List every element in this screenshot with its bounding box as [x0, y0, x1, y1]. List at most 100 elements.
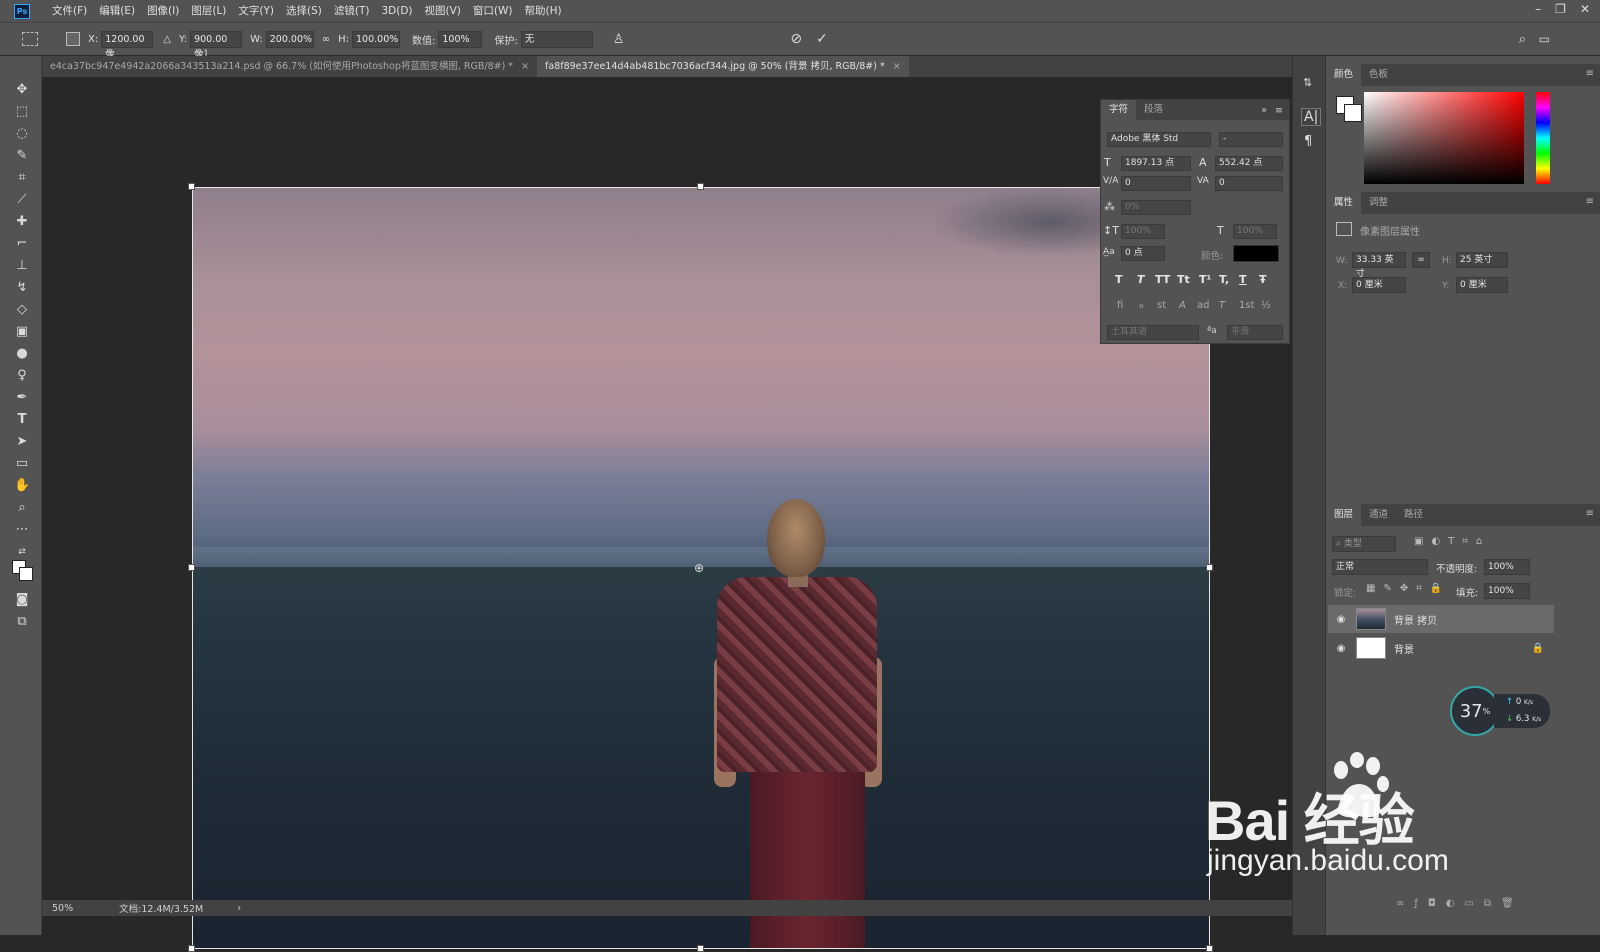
fill-input[interactable]: 100%	[1484, 583, 1530, 599]
search-icon[interactable]: ⌕	[1519, 32, 1526, 47]
minimize-icon[interactable]: –	[1535, 0, 1541, 18]
tab-properties[interactable]: 属性	[1326, 192, 1362, 214]
close-icon[interactable]: ✕	[1580, 0, 1590, 18]
collapse-icon[interactable]: »	[1261, 105, 1267, 116]
quick-mask-icon[interactable]: ◙	[14, 592, 30, 608]
ordinals-icon[interactable]: 1st	[1239, 300, 1255, 311]
kerning-input[interactable]: 0	[1121, 176, 1191, 191]
w-input[interactable]: 200.00%	[265, 30, 314, 48]
titling-alternates-icon[interactable]: T	[1219, 300, 1225, 311]
anti-alias-select[interactable]: 平滑	[1227, 325, 1283, 340]
x-input[interactable]: 1200.00 像	[101, 30, 154, 60]
tracking-input[interactable]: 0	[1215, 176, 1283, 191]
baseline-input[interactable]: 0 点	[1121, 246, 1165, 261]
more-tools-icon[interactable]: ⋯	[14, 522, 30, 538]
strikethrough-icon[interactable]: Ŧ	[1259, 273, 1267, 286]
font-size-input[interactable]: 1897.13 点	[1121, 156, 1191, 171]
pen-tool-icon[interactable]: ✒	[14, 390, 30, 406]
tab-character[interactable]: 字符	[1101, 100, 1137, 120]
tab-paths[interactable]: 路径	[1396, 504, 1431, 526]
menu-help[interactable]: 帮助(H)	[519, 0, 568, 22]
tab-document-1[interactable]: e4ca37bc947e4942a2066a343513a214.psd @ 6…	[42, 56, 537, 77]
eyedropper-tool-icon[interactable]: ⟋	[14, 192, 30, 208]
delta-icon[interactable]: △	[163, 34, 171, 45]
prop-h-input[interactable]: 25 英寸	[1456, 252, 1508, 268]
prop-y-input[interactable]: 0 厘米	[1456, 277, 1508, 293]
background-color-swatch[interactable]	[19, 567, 33, 581]
transform-handle-t[interactable]	[697, 183, 704, 190]
transform-handle-br[interactable]	[1206, 945, 1213, 952]
status-menu-arrow[interactable]: ›	[237, 903, 241, 914]
transform-handle-l[interactable]	[188, 564, 195, 571]
underline-icon[interactable]: T	[1239, 273, 1247, 286]
all-caps-icon[interactable]: TT	[1155, 273, 1170, 286]
history-brush-icon[interactable]: ↯	[14, 280, 30, 296]
tab-swatches[interactable]: 色板	[1361, 64, 1396, 86]
gradient-tool-icon[interactable]: ▣	[14, 324, 30, 340]
lock-icons[interactable]: ▦✎✥⌗🔒	[1366, 583, 1450, 594]
prop-x-input[interactable]: 0 厘米	[1352, 277, 1406, 293]
eraser-tool-icon[interactable]: ◇	[14, 302, 30, 318]
transform-handle-tl[interactable]	[188, 183, 195, 190]
color-picker-field[interactable]	[1364, 92, 1524, 184]
menu-file[interactable]: 文件(F)	[46, 0, 93, 22]
link-icon[interactable]: ∞	[322, 34, 330, 45]
type-tool-icon[interactable]: T	[14, 412, 30, 428]
stylistic-ligature-icon[interactable]: st	[1157, 300, 1166, 311]
menu-type[interactable]: 文字(Y)	[232, 0, 280, 22]
crop-tool-icon[interactable]: ⌗	[14, 170, 30, 186]
tsume-input[interactable]: 0%	[1121, 200, 1191, 215]
menu-filter[interactable]: 滤镜(T)	[328, 0, 376, 22]
menu-3d[interactable]: 3D(D)	[375, 0, 418, 22]
eye-icon[interactable]: ◉	[1332, 643, 1350, 654]
zoom-tool-icon[interactable]: ⌕	[14, 500, 30, 516]
layer-row-background[interactable]: ◉ 背景 🔒	[1328, 634, 1554, 662]
swash-icon[interactable]: A	[1179, 300, 1186, 311]
dodge-tool-icon[interactable]: ♀	[14, 368, 30, 384]
tab-document-2[interactable]: fa8f89e37ee14d4ab481bc7036acf344.jpg @ 5…	[537, 56, 909, 77]
link-icon[interactable]: ∞	[1412, 252, 1430, 268]
menu-window[interactable]: 窗口(W)	[467, 0, 519, 22]
workspace-icon[interactable]: ▭	[1539, 32, 1550, 46]
paragraph-panel-icon[interactable]: ¶	[1304, 134, 1312, 149]
close-icon[interactable]: ×	[521, 61, 529, 72]
tab-paragraph[interactable]: 段落	[1136, 100, 1171, 120]
transform-tool-icon[interactable]	[22, 32, 38, 46]
commit-icon[interactable]: ✓	[816, 31, 828, 47]
hue-slider[interactable]	[1536, 92, 1550, 184]
tab-layers[interactable]: 图层	[1326, 504, 1362, 526]
character-panel-icon[interactable]: A|	[1301, 108, 1322, 126]
background-color-swatch[interactable]	[1344, 104, 1362, 122]
vertical-scale-input[interactable]: 100%	[1121, 224, 1165, 239]
close-icon[interactable]: ×	[893, 61, 901, 72]
tab-channels[interactable]: 通道	[1361, 504, 1396, 526]
opacity-input[interactable]: 100%	[1484, 559, 1530, 575]
amount-input[interactable]: 100%	[438, 30, 483, 48]
stamp-tool-icon[interactable]: ⊥	[14, 258, 30, 274]
quick-select-tool-icon[interactable]: ✎	[14, 148, 30, 164]
eye-icon[interactable]: ◉	[1332, 614, 1350, 625]
blur-tool-icon[interactable]: ●	[14, 346, 30, 362]
ligature-icon[interactable]: fi	[1117, 300, 1123, 311]
zoom-level[interactable]: 50%	[52, 903, 73, 914]
faux-italic-icon[interactable]: T	[1137, 273, 1145, 286]
layer-action-icons[interactable]: ∞ƒ◘◐▭⧉🗑	[1396, 898, 1524, 909]
leading-input[interactable]: 552.42 点	[1215, 156, 1283, 171]
blend-mode-select[interactable]: 正常	[1332, 559, 1428, 575]
cancel-icon[interactable]: ⊘	[790, 31, 802, 47]
fractions-icon[interactable]: ½	[1261, 300, 1271, 311]
path-select-icon[interactable]: ➤	[14, 434, 30, 450]
menu-select[interactable]: 选择(S)	[280, 0, 328, 22]
subscript-icon[interactable]: T,	[1219, 273, 1229, 286]
small-caps-icon[interactable]: Tt	[1177, 273, 1190, 286]
protect-select[interactable]: 无	[520, 30, 593, 48]
y-input[interactable]: 900.00 像]	[190, 30, 243, 60]
transform-handle-b[interactable]	[697, 945, 704, 952]
screen-mode-icon[interactable]: ⧉	[14, 614, 30, 630]
superscript-icon[interactable]: T¹	[1199, 273, 1211, 286]
stylistic-alternates-icon[interactable]: ad	[1197, 300, 1209, 311]
transform-handle-bl[interactable]	[188, 945, 195, 952]
prop-w-input[interactable]: 33.33 英寸	[1352, 252, 1406, 279]
tab-color[interactable]: 颜色	[1326, 64, 1362, 86]
horizontal-scale-input[interactable]: 100%	[1233, 224, 1277, 239]
